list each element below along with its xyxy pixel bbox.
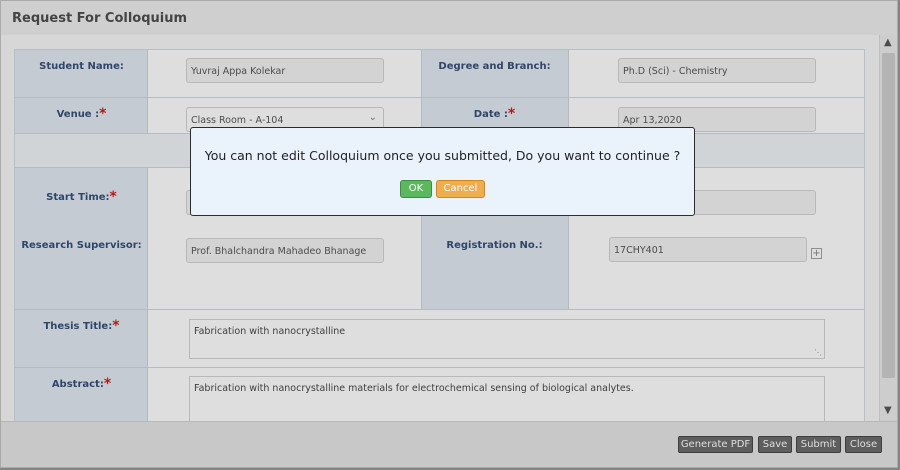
- modal-overlay: [0, 0, 900, 470]
- cancel-button[interactable]: Cancel: [436, 180, 485, 198]
- ok-button[interactable]: OK: [400, 180, 432, 198]
- confirm-dialog: You can not edit Colloquium once you sub…: [190, 127, 695, 216]
- confirm-message: You can not edit Colloquium once you sub…: [204, 148, 681, 163]
